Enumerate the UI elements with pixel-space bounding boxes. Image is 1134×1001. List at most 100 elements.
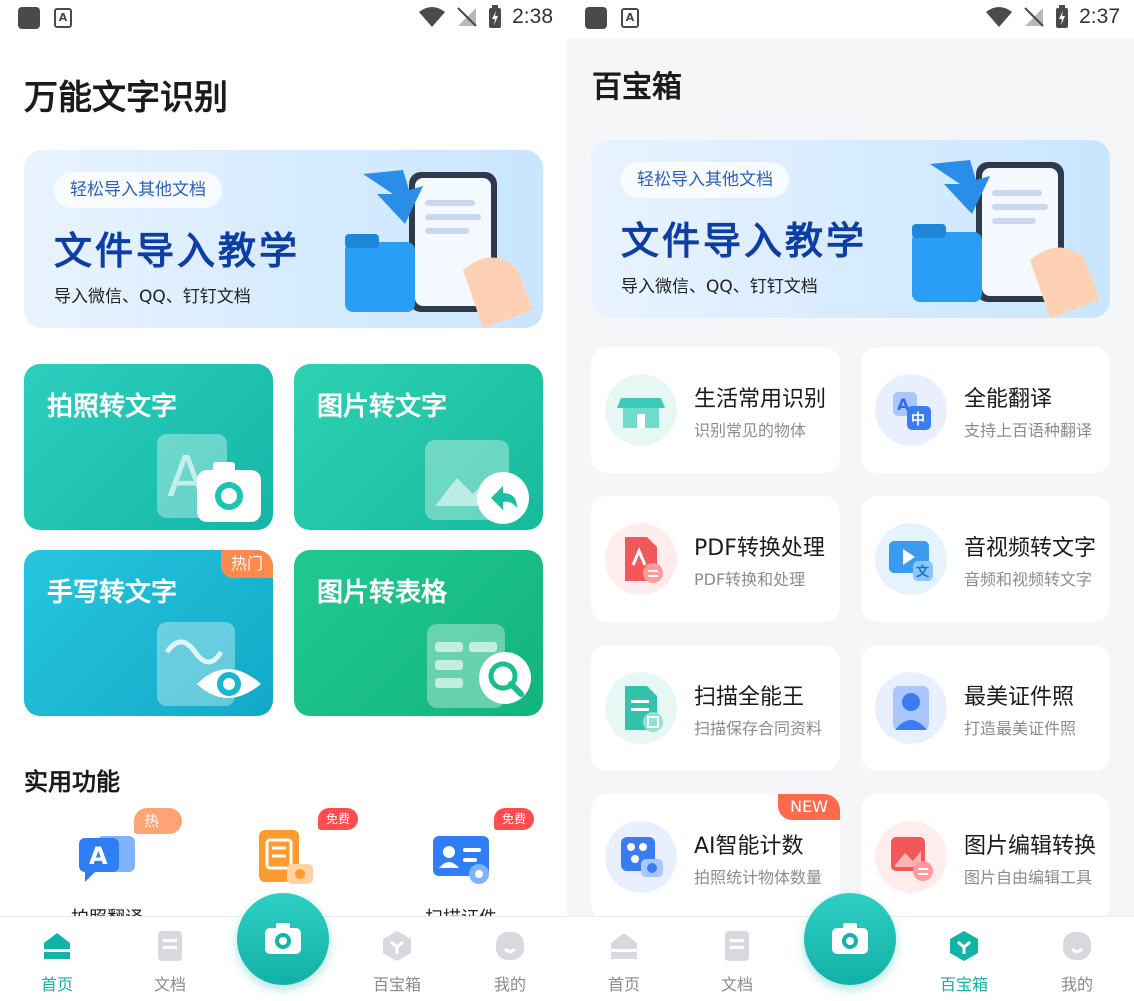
card-title: 扫描全能王 bbox=[694, 685, 805, 710]
tab-toolbox[interactable]: 百宝箱 bbox=[919, 929, 1009, 999]
life-recognition-card[interactable]: 生活常用识别 识别常见的物体 bbox=[591, 347, 840, 473]
app-notification-icon: A bbox=[54, 8, 72, 28]
no-signal-icon bbox=[457, 7, 477, 27]
status-bar: A 2:37 bbox=[567, 0, 1134, 38]
card-title: 图片编辑转换 bbox=[964, 834, 1097, 859]
feature-label: 图片转文字 bbox=[317, 392, 448, 422]
page-title: 百宝箱 bbox=[592, 70, 682, 105]
handwriting-to-text-card[interactable]: 手写转文字 热门 bbox=[24, 550, 273, 716]
feature-label: 拍照转文字 bbox=[47, 392, 178, 422]
feature-label: 图片转表格 bbox=[317, 578, 448, 608]
import-tutorial-banner[interactable]: 轻松导入其他文档 文件导入教学 导入微信、QQ、钉钉文档 bbox=[591, 140, 1110, 318]
notification-icon bbox=[585, 7, 607, 29]
card-title: PDF转换处理 bbox=[694, 536, 825, 561]
tab-profile[interactable]: 我的 bbox=[465, 929, 555, 999]
phone-import-illustration bbox=[345, 170, 533, 328]
store-icon bbox=[605, 374, 677, 446]
clock: 2:37 bbox=[1079, 5, 1120, 28]
tab-label: 我的 bbox=[1060, 975, 1093, 994]
home-icon bbox=[611, 933, 637, 959]
count-camera-icon bbox=[605, 821, 677, 893]
banner-pill: 轻松导入其他文档 bbox=[54, 172, 222, 208]
new-badge: NEW bbox=[778, 794, 840, 820]
wifi-icon bbox=[986, 7, 1013, 27]
banner-title: 文件导入教学 bbox=[54, 229, 301, 273]
table-search-icon bbox=[427, 624, 531, 708]
image-convert-icon bbox=[875, 821, 947, 893]
feature-label: 手写转文字 bbox=[47, 578, 178, 608]
camera-text-icon: A bbox=[157, 434, 261, 522]
tab-label: 百宝箱 bbox=[939, 975, 988, 994]
ai-count-card[interactable]: NEW AI智能计数 拍照统计物体数量 bbox=[591, 794, 840, 920]
profile-icon bbox=[496, 932, 524, 960]
tab-home[interactable]: 首页 bbox=[579, 929, 669, 999]
toolbox-screen: A 2:37 百宝箱 轻松导入其他文档 文件导入教学 导入微信、QQ、钉钉文档 … bbox=[567, 0, 1134, 1001]
profile-icon bbox=[1063, 932, 1091, 960]
card-subtitle: 支持上百语种翻译 bbox=[964, 421, 1093, 440]
tab-profile[interactable]: 我的 bbox=[1032, 929, 1122, 999]
image-to-table-card[interactable]: 图片转表格 bbox=[294, 550, 543, 716]
home-icon bbox=[44, 933, 70, 959]
tab-label: 百宝箱 bbox=[372, 975, 421, 994]
toolbox-icon bbox=[383, 931, 411, 961]
scan-file-icon bbox=[605, 672, 677, 744]
home-screen: A 2:38 万能文字识别 轻松导入其他文档 文件导入教学 导入微信、QQ、钉钉… bbox=[0, 0, 567, 1001]
pdf-convert-card[interactable]: PDF转换处理 PDF转换和处理 bbox=[591, 496, 840, 622]
image-to-text-card[interactable]: 图片转文字 bbox=[294, 364, 543, 530]
notification-icon bbox=[18, 7, 40, 29]
app-notification-icon: A bbox=[621, 8, 639, 28]
section-title: 实用功能 bbox=[24, 768, 120, 796]
card-subtitle: 拍照统计物体数量 bbox=[694, 868, 823, 887]
svg-text:文: 文 bbox=[916, 564, 930, 580]
tab-label: 文档 bbox=[153, 975, 186, 994]
image-return-icon bbox=[425, 440, 529, 524]
image-edit-card[interactable]: 图片编辑转换 图片自由编辑工具 bbox=[861, 794, 1110, 920]
svg-text:中: 中 bbox=[911, 411, 925, 428]
id-photo-card[interactable]: 最美证件照 打造最美证件照 bbox=[861, 645, 1110, 771]
status-bar: A 2:38 bbox=[0, 0, 567, 38]
translate-card[interactable]: A中 全能翻译 支持上百语种翻译 bbox=[861, 347, 1110, 473]
banner-subtitle: 导入微信、QQ、钉钉文档 bbox=[54, 287, 251, 307]
camera-button[interactable] bbox=[237, 893, 329, 985]
tab-documents[interactable]: 文档 bbox=[692, 929, 782, 999]
card-title: AI智能计数 bbox=[694, 834, 804, 859]
card-title: 最美证件照 bbox=[964, 685, 1075, 710]
card-subtitle: 打造最美证件照 bbox=[964, 719, 1077, 738]
phone-import-illustration bbox=[912, 160, 1100, 318]
card-subtitle: PDF转换和处理 bbox=[694, 570, 806, 589]
document-icon bbox=[158, 931, 182, 961]
translate-icon: A中 bbox=[875, 374, 947, 446]
banner-pill: 轻松导入其他文档 bbox=[621, 162, 789, 198]
photo-to-text-card[interactable]: 拍照转文字 A bbox=[24, 364, 273, 530]
battery-charging-icon bbox=[489, 5, 502, 28]
id-card-icon bbox=[433, 836, 489, 884]
free-badge: 免费 bbox=[494, 808, 535, 830]
pdf-icon bbox=[605, 523, 677, 595]
import-tutorial-banner[interactable]: 轻松导入其他文档 文件导入教学 导入微信、QQ、钉钉文档 bbox=[24, 150, 543, 328]
id-scan-tool[interactable]: 免费 扫描证件 bbox=[386, 808, 536, 929]
camera-button[interactable] bbox=[804, 893, 896, 985]
svg-text:A: A bbox=[89, 842, 108, 870]
tab-home[interactable]: 首页 bbox=[12, 929, 102, 999]
av-to-text-card[interactable]: 文 音视频转文字 音频和视频转文字 bbox=[861, 496, 1110, 622]
tab-toolbox[interactable]: 百宝箱 bbox=[352, 929, 442, 999]
card-title: 音视频转文字 bbox=[964, 536, 1097, 561]
tab-label: 文档 bbox=[720, 975, 753, 994]
tab-documents[interactable]: 文档 bbox=[125, 929, 215, 999]
banner-subtitle: 导入微信、QQ、钉钉文档 bbox=[621, 277, 818, 297]
clock: 2:38 bbox=[512, 5, 553, 28]
free-badge: 免费 bbox=[318, 808, 359, 830]
scanner-card[interactable]: 扫描全能王 扫描保存合同资料 bbox=[591, 645, 840, 771]
document-icon bbox=[725, 931, 749, 961]
camera-icon bbox=[832, 923, 868, 954]
tab-label: 我的 bbox=[493, 975, 526, 994]
card-subtitle: 音频和视频转文字 bbox=[964, 570, 1093, 589]
portrait-icon bbox=[875, 672, 947, 744]
photo-translate-tool[interactable]: 热门 A 拍照翻译 bbox=[32, 808, 182, 929]
card-subtitle: 图片自由编辑工具 bbox=[964, 868, 1093, 887]
translate-icon: A bbox=[79, 836, 135, 882]
card-subtitle: 识别常见的物体 bbox=[694, 421, 807, 440]
tab-label: 首页 bbox=[607, 975, 640, 994]
tab-label: 首页 bbox=[40, 975, 73, 994]
video-text-icon: 文 bbox=[875, 523, 947, 595]
